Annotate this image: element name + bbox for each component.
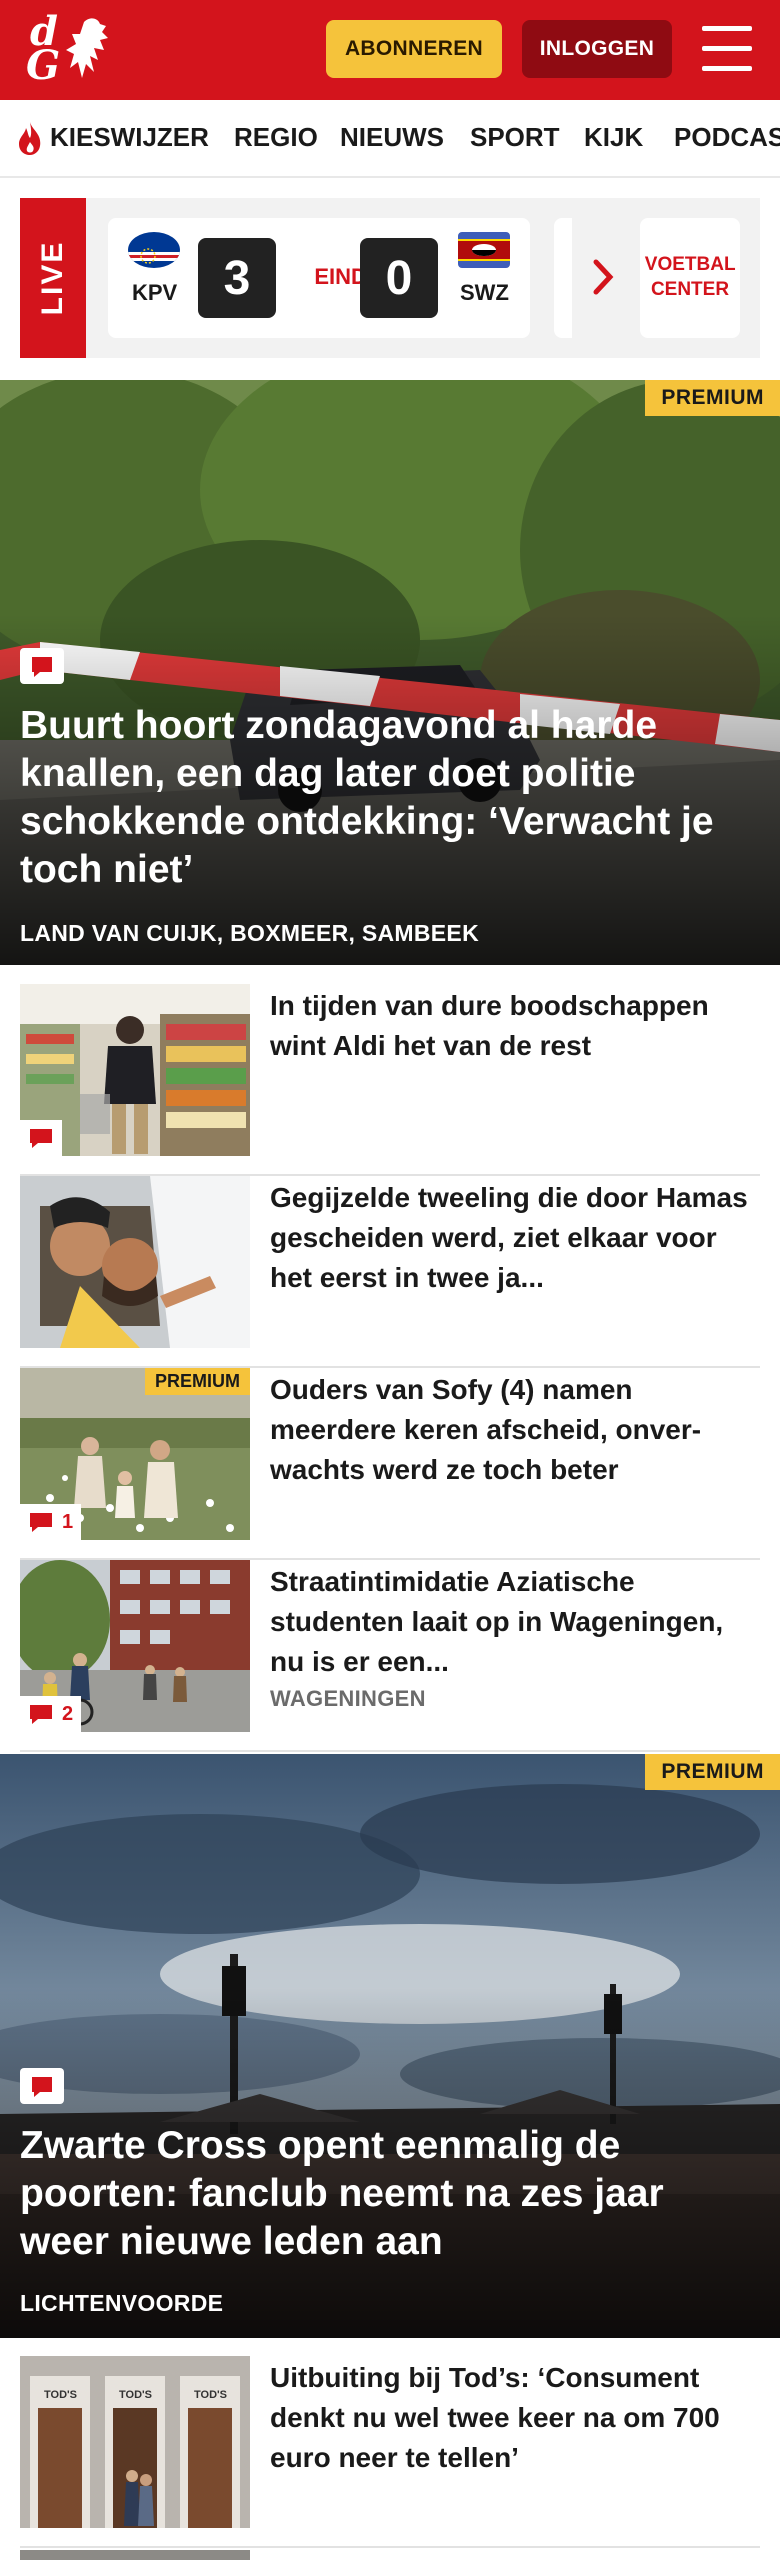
article-thumbnail: PREMIUM 1 — [20, 1368, 250, 1540]
home-team-code: KPV — [132, 280, 178, 305]
article-headline[interactable]: In tijden van dure boodschappen wint Ald… — [270, 986, 758, 1066]
article-thumbnail: 2 — [20, 1560, 250, 1732]
list-item[interactable]: Gegijzelde tweeling die door Hamas gesch… — [20, 1176, 760, 1368]
article-location: WAGENINGEN — [270, 1686, 426, 1711]
hero-location: LAND VAN CUIJK, BOXMEER, SAMBEEK — [20, 920, 479, 946]
cape-verde-flag-icon — [128, 232, 180, 268]
comment-icon — [20, 648, 64, 684]
premium-badge: PREMIUM — [645, 1754, 780, 1790]
article-thumbnail — [20, 1176, 250, 1348]
live-label: LIVE — [36, 240, 69, 316]
nav-item-kieswijzer[interactable]: KIESWIJZER — [50, 122, 209, 153]
list-item[interactable]: In tijden van dure boodschappen wint Ald… — [20, 984, 760, 1176]
article-headline[interactable]: Straatintimidatie Aziatische studenten l… — [270, 1562, 758, 1682]
premium-badge: PREMIUM — [645, 380, 780, 416]
article-thumbnail: TOD'S TOD'S TOD'S — [20, 2356, 250, 2528]
comment-icon — [20, 2068, 64, 2104]
hero-article[interactable]: PREMIUM Buurt hoort zondagavond al harde… — [0, 380, 780, 965]
hero-location: LICHTENVOORDE — [20, 2290, 224, 2316]
site-logo[interactable]: d G — [24, 8, 116, 89]
live-tag: LIVE — [20, 198, 86, 358]
article-headline[interactable]: Gegijzelde tweeling die door Hamas gesch… — [270, 1178, 758, 1298]
away-score: 0 — [360, 238, 438, 318]
live-scores-strip: LIVE KPV 3 EINDE 0 SWZ VOETBAL CENTER — [20, 198, 760, 358]
next-match-card[interactable] — [554, 218, 572, 338]
voetbal-center-link[interactable]: VOETBAL CENTER — [640, 218, 740, 338]
hero-headline[interactable]: Buurt hoort zondagavond al harde knallen… — [20, 702, 760, 894]
hero-article[interactable]: PREMIUM Zwarte Cross opent eenmalig de p… — [0, 1754, 780, 2338]
match-card[interactable]: KPV 3 EINDE 0 SWZ — [108, 218, 530, 338]
section-nav: KIESWIJZER REGIO NIEUWS SPORT KIJK PODCA… — [0, 100, 780, 178]
article-headline[interactable]: Uitbuiting bij Tod’s: ‘Consument denkt n… — [270, 2358, 758, 2478]
eswatini-flag-icon — [458, 232, 510, 268]
premium-badge: PREMIUM — [145, 1368, 250, 1395]
svg-text:TOD'S: TOD'S — [194, 2389, 227, 2401]
login-button[interactable]: INLOGGEN — [522, 20, 672, 78]
list-item[interactable]: TOD'S TOD'S TOD'S Uitbuiting bij Tod’s: … — [20, 2356, 760, 2548]
nav-item-kijk[interactable]: KIJK — [584, 122, 643, 153]
home-score: 3 — [198, 238, 276, 318]
subscribe-button[interactable]: ABONNEREN — [326, 20, 502, 78]
flame-icon — [19, 122, 41, 155]
comment-indicator: 2 — [20, 1696, 82, 1732]
comment-icon — [30, 1513, 52, 1532]
next-article-thumbnail-peek — [20, 2550, 250, 2560]
article-thumbnail — [20, 984, 250, 1156]
nav-item-sport[interactable]: SPORT — [470, 122, 560, 153]
top-header: d G ABONNEREN INLOGGEN — [0, 0, 780, 100]
chevron-right-icon[interactable] — [592, 258, 616, 296]
horse-emblem-icon — [66, 18, 108, 78]
nav-item-nieuws[interactable]: NIEUWS — [340, 122, 444, 153]
comment-count: 2 — [62, 1702, 74, 1725]
logo-letter-g: G — [26, 42, 61, 89]
svg-text:TOD'S: TOD'S — [44, 2389, 77, 2401]
svg-text:TOD'S: TOD'S — [119, 2389, 152, 2401]
list-item[interactable]: 2 Straatintimidatie Aziatische studenten… — [20, 1560, 760, 1752]
article-headline[interactable]: Ouders van Sofy (4) namen meerdere keren… — [270, 1370, 758, 1490]
menu-icon[interactable] — [700, 24, 754, 74]
nav-item-podcast[interactable]: PODCAS — [674, 122, 780, 153]
comment-indicator — [20, 1120, 62, 1156]
comment-icon — [30, 1705, 52, 1724]
list-item[interactable]: PREMIUM 1 Ouders van Sofy (4) namen meer… — [20, 1368, 760, 1560]
nav-item-regio[interactable]: REGIO — [234, 122, 318, 153]
hero-headline[interactable]: Zwarte Cross opent eenmalig de poorten: … — [20, 2122, 760, 2266]
away-team-code: SWZ — [460, 280, 509, 305]
comment-count: 1 — [62, 1510, 74, 1533]
comment-indicator: 1 — [20, 1504, 82, 1540]
comment-icon — [30, 1129, 52, 1148]
